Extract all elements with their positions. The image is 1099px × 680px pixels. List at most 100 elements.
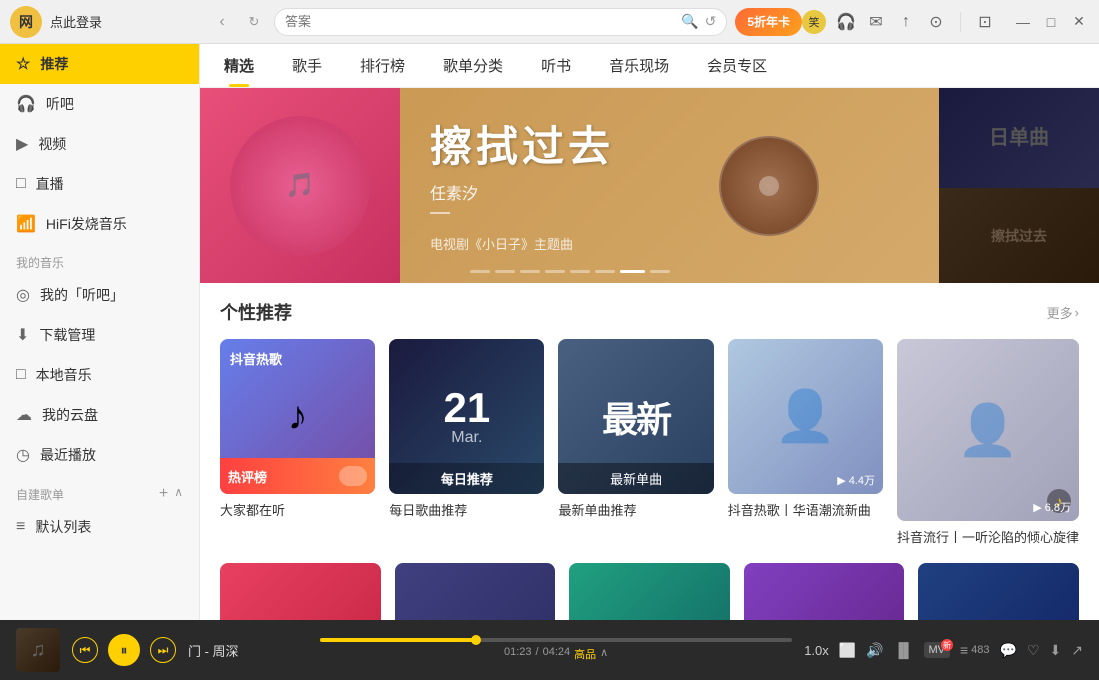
- sidebar-item-video[interactable]: ▶ 视频: [0, 124, 199, 164]
- sidebar-item-local[interactable]: □ 本地音乐: [0, 355, 199, 395]
- indicator-0[interactable]: [470, 270, 490, 273]
- screen-button[interactable]: ⬜: [839, 642, 856, 659]
- pause-button[interactable]: ⏸: [108, 634, 140, 666]
- song-title: 门 - 周深: [188, 641, 308, 660]
- collapse-button[interactable]: ∧: [174, 485, 183, 503]
- close-button[interactable]: ✕: [1069, 12, 1089, 32]
- card-thumb-tiktok: 抖音热歌 ♪ ↻ 热评榜: [220, 339, 375, 494]
- search-bar[interactable]: 🔍 ↺: [274, 8, 727, 36]
- sidebar-item-recent[interactable]: ◷ 最近播放: [0, 435, 199, 475]
- card-daily[interactable]: 21 Mar. 每日推荐 每日歌曲推荐: [389, 339, 544, 547]
- hifi-sidebar-icon: 📶: [16, 214, 36, 234]
- sidebar-item-download[interactable]: ⬇ 下载管理: [0, 315, 199, 355]
- album-center: [759, 176, 779, 196]
- sidebar-label-cloud: 我的云盘: [42, 405, 98, 425]
- play-icon-2: ▶: [1033, 501, 1041, 514]
- sidebar-item-tingba[interactable]: 🎧 听吧: [0, 84, 199, 124]
- card-play-count-1: ▶ 4.4万: [837, 472, 875, 488]
- promo-badge[interactable]: 5折年卡: [735, 8, 802, 36]
- quality-arrow: ∧: [600, 646, 608, 662]
- indicator-5[interactable]: [595, 270, 615, 273]
- equalizer-button[interactable]: ▐▌: [894, 642, 914, 658]
- search-refresh-icon[interactable]: ↺: [705, 13, 717, 30]
- card-thumb-extra5: [918, 563, 1079, 620]
- player-thumbnail[interactable]: ♫: [16, 628, 60, 672]
- card-extra-2[interactable]: [395, 563, 556, 620]
- share-player-button[interactable]: ↗: [1071, 642, 1083, 659]
- tab-artists[interactable]: 歌手: [288, 44, 326, 87]
- login-button[interactable]: 点此登录: [50, 12, 102, 31]
- sidebar-item-cloud[interactable]: ☁ 我的云盘: [0, 395, 199, 435]
- banner-side-top[interactable]: 日单曲: [939, 88, 1099, 188]
- divider: [960, 12, 961, 32]
- banner-main[interactable]: 🎵 擦拭过去 任素汐 电视剧《小日子》主题曲: [200, 88, 939, 283]
- card-extra-3[interactable]: [569, 563, 730, 620]
- nav-back-button[interactable]: ‹: [210, 10, 234, 34]
- card-extra-4[interactable]: [744, 563, 905, 620]
- sidebar-item-recommend[interactable]: ☆ 推荐: [0, 44, 199, 84]
- mail-icon[interactable]: ✉: [866, 12, 886, 32]
- next-button[interactable]: ⏭: [150, 637, 176, 663]
- share-icon[interactable]: ↑: [896, 12, 916, 32]
- miniplayer-icon[interactable]: ⊡: [975, 12, 995, 32]
- sidebar-item-default-list[interactable]: ≡ 默认列表: [0, 507, 199, 547]
- tab-charts[interactable]: 排行榜: [356, 44, 409, 87]
- quality-label[interactable]: 高品: [574, 646, 596, 662]
- tab-live[interactable]: 音乐现场: [605, 44, 673, 87]
- volume-button[interactable]: 🔊: [866, 642, 883, 659]
- card-play-count-2: ▶ 6.8万: [1033, 499, 1071, 515]
- app-logo[interactable]: 网: [10, 6, 42, 38]
- headphone-icon[interactable]: 🎧: [836, 12, 856, 32]
- tab-featured[interactable]: 精选: [220, 44, 258, 87]
- maximize-button[interactable]: □: [1041, 12, 1061, 32]
- speed-button[interactable]: 1.0x: [804, 643, 829, 658]
- sidebar-item-hifi[interactable]: 📶 HiFi发烧音乐: [0, 204, 199, 244]
- main-scroll: 🎵 擦拭过去 任素汐 电视剧《小日子》主题曲: [200, 88, 1099, 620]
- card-photo1[interactable]: 👤 ▶ 4.4万 抖音热歌丨华语潮流新曲: [728, 339, 883, 547]
- sidebar-item-my-tingba[interactable]: ◎ 我的「听吧」: [0, 275, 199, 315]
- indicator-1[interactable]: [495, 270, 515, 273]
- indicator-6[interactable]: [620, 270, 645, 273]
- tab-listen[interactable]: 听书: [537, 44, 575, 87]
- indicator-4[interactable]: [570, 270, 590, 273]
- sidebar-item-live[interactable]: □ 直播: [0, 164, 199, 204]
- banner-left-circle: 🎵: [230, 116, 370, 256]
- banner-side-bottom[interactable]: 擦拭过去: [939, 188, 1099, 283]
- comment-button[interactable]: 💬: [1000, 642, 1017, 659]
- favorite-button[interactable]: ♡: [1027, 642, 1040, 659]
- card-thumb-extra1: [220, 563, 381, 620]
- minimize-button[interactable]: —: [1013, 12, 1033, 32]
- search-input[interactable]: [285, 14, 675, 29]
- indicator-7[interactable]: [650, 270, 670, 273]
- card-photo2[interactable]: 👤 ♪ ▶ 6.8万 抖音流行丨一听沦陷的倾心旋律: [897, 339, 1079, 547]
- add-playlist-button[interactable]: +: [159, 485, 168, 503]
- tiktok-hot-label: 抖音热歌: [230, 349, 282, 368]
- indicator-2[interactable]: [520, 270, 540, 273]
- banner-container: 🎵 擦拭过去 任素汐 电视剧《小日子》主题曲: [200, 88, 1099, 283]
- card-extra-1[interactable]: [220, 563, 381, 620]
- progress-dot[interactable]: [471, 635, 481, 645]
- person1-placeholder: 👤: [774, 387, 836, 446]
- card-tiktok-hot[interactable]: 抖音热歌 ♪ ↻ 热评榜 大家都在听: [220, 339, 375, 547]
- sidebar-label-recommend: 推荐: [40, 54, 68, 74]
- playlist-button[interactable]: ≡ 483: [960, 642, 990, 658]
- banner-title: 擦拭过去: [430, 113, 614, 174]
- more-button[interactable]: 更多 ›: [1047, 303, 1079, 322]
- tab-vip[interactable]: 会员专区: [703, 44, 771, 87]
- side-bottom-content: 擦拭过去: [939, 188, 1099, 283]
- sidebar-section-mine: 我的音乐: [0, 244, 199, 275]
- progress-bar[interactable]: [320, 638, 792, 642]
- card-photo1-bg: 👤: [728, 339, 883, 494]
- user-icon[interactable]: 笑: [802, 10, 826, 34]
- indicator-3[interactable]: [545, 270, 565, 273]
- sidebar-label-default-list: 默认列表: [35, 517, 91, 537]
- tab-playlists[interactable]: 歌单分类: [439, 44, 507, 87]
- download-player-button[interactable]: ⬇: [1050, 642, 1062, 659]
- settings-icon[interactable]: ⊙: [926, 12, 946, 32]
- nav-refresh-button[interactable]: ↻: [242, 10, 266, 34]
- titlebar: 网 点此登录 ‹ ↻ 🔍 ↺ 5折年卡 笑 🎧 ✉ ↑ ⊙ ⊡ — □ ✕: [0, 0, 1099, 44]
- prev-button[interactable]: ⏮: [72, 637, 98, 663]
- card-new-singles[interactable]: 最新 最新单曲 最新单曲推荐: [558, 339, 713, 547]
- cards-grid: 抖音热歌 ♪ ↻ 热评榜 大家都在听: [220, 339, 1079, 547]
- card-extra-5[interactable]: [918, 563, 1079, 620]
